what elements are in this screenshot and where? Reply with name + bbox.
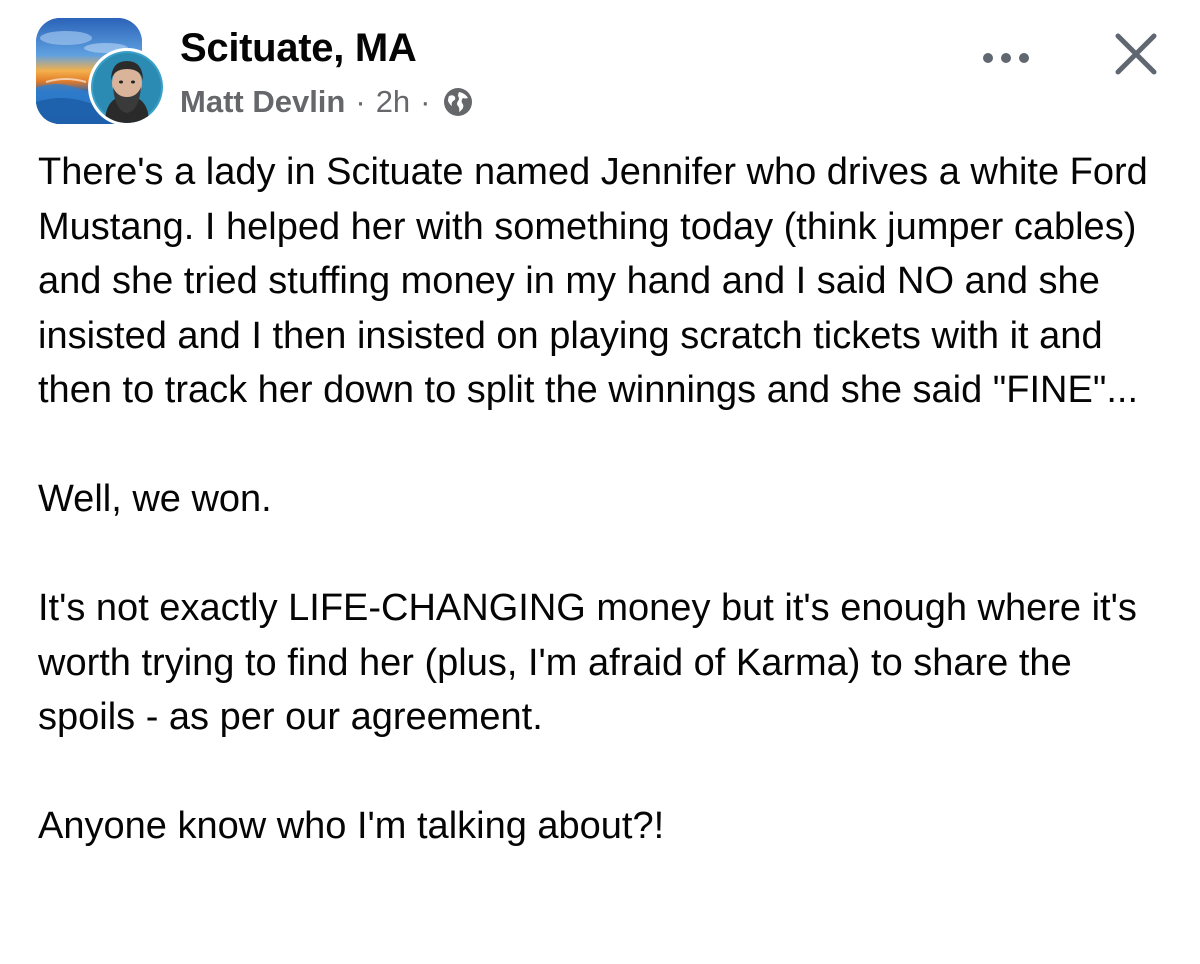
meta-separator: · [420,84,431,119]
post-header: Scituate, MA Matt Devlin · 2h · [36,18,1166,130]
globe-icon [443,87,473,117]
post-paragraph: It's not exactly LIFE-CHANGING money but… [38,587,1137,738]
more-options-button[interactable] [976,38,1036,78]
post-body: There's a lady in Scituate named Jennife… [38,145,1178,854]
post-paragraph: Well, we won. [38,478,272,520]
post-paragraph: There's a lady in Scituate named Jennife… [38,151,1148,411]
post-timestamp[interactable]: 2h [376,84,410,120]
close-button[interactable] [1106,24,1166,84]
user-avatar[interactable] [88,48,166,126]
close-icon [1115,33,1157,75]
author-name[interactable]: Matt Devlin [180,84,345,120]
post-meta: Matt Devlin · 2h · [180,84,473,120]
more-horizontal-icon [983,53,1029,63]
group-name[interactable]: Scituate, MA [180,26,417,71]
post-paragraph: Anyone know who I'm talking about?! [38,805,665,847]
meta-separator: · [355,84,366,119]
